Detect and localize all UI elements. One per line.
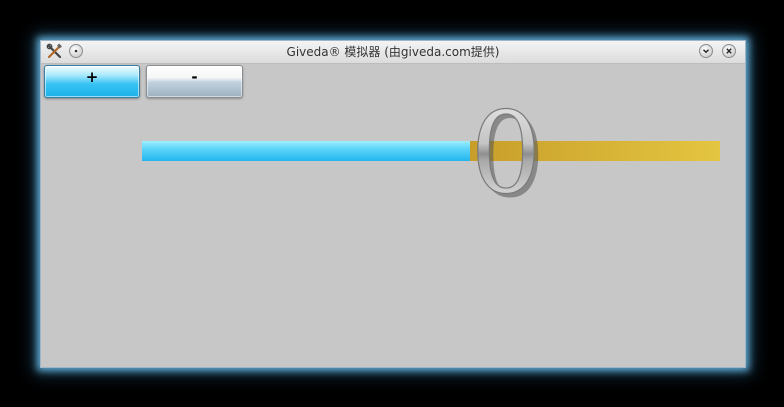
window-title: Giveda® 模拟器 (由giveda.com提供) — [286, 45, 500, 59]
slider-filled-bar — [142, 141, 470, 161]
increase-button[interactable]: + — [44, 65, 140, 98]
readout-digit: 0 — [470, 98, 541, 208]
decrease-button[interactable]: - — [146, 65, 243, 98]
minimize-icon[interactable] — [699, 44, 713, 58]
value-readout: 0 0 — [470, 98, 542, 208]
value-slider[interactable] — [142, 141, 720, 161]
close-icon[interactable] — [722, 44, 736, 58]
title-bar[interactable]: Giveda® 模拟器 (由giveda.com提供) — [41, 41, 745, 64]
emulator-window: Giveda® 模拟器 (由giveda.com提供) + - 0 0 — [40, 40, 746, 368]
